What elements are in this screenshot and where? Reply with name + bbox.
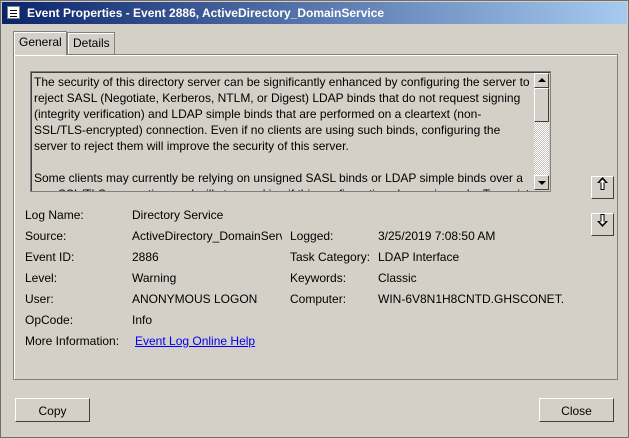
event-id-value: 2886 — [132, 250, 159, 264]
task-category-value: LDAP Interface — [378, 250, 460, 264]
task-category-label: Task Category: — [290, 250, 371, 264]
computer-label: Computer: — [290, 292, 347, 306]
user-value: ANONYMOUS LOGON — [132, 292, 258, 306]
description-scrollbar[interactable] — [534, 73, 549, 190]
tab-general[interactable]: General — [13, 31, 67, 55]
tab-details[interactable]: Details — [67, 32, 115, 54]
computer-value: WIN-6V8N1H8CNTD.GHSCONET. — [378, 292, 565, 306]
level-value: Warning — [132, 271, 177, 285]
event-viewer-icon — [7, 6, 20, 19]
keywords-label: Keywords: — [290, 271, 347, 285]
scroll-up-button[interactable] — [534, 73, 549, 88]
next-event-button[interactable] — [591, 213, 614, 236]
source-label: Source: — [25, 229, 67, 243]
opcode-label: OpCode: — [25, 313, 74, 327]
keywords-value: Classic — [378, 271, 417, 285]
window-title: Event Properties - Event 2886, ActiveDir… — [27, 6, 385, 20]
close-button[interactable]: Close — [539, 398, 614, 422]
log-name-label: Log Name: — [25, 208, 84, 222]
event-id-label: Event ID: — [25, 250, 75, 264]
previous-event-button[interactable] — [591, 176, 614, 199]
description-paragraph: Some clients may currently be relying on… — [34, 171, 529, 191]
logged-label: Logged: — [290, 229, 334, 243]
event-properties-window: Event Properties - Event 2886, ActiveDir… — [0, 0, 629, 438]
opcode-value: Info — [132, 313, 153, 327]
arrow-up-icon — [597, 177, 608, 190]
level-label: Level: — [25, 271, 58, 285]
scroll-thumb[interactable] — [534, 88, 549, 122]
logged-value: 3/25/2019 7:08:50 AM — [378, 229, 496, 243]
source-value: ActiveDirectory_DomainServ — [132, 229, 282, 243]
event-log-online-help-link[interactable]: Event Log Online Help — [135, 334, 255, 348]
copy-button[interactable]: Copy — [15, 398, 90, 422]
user-label: User: — [25, 292, 54, 306]
title-bar[interactable]: Event Properties - Event 2886, ActiveDir… — [2, 2, 627, 24]
scroll-down-icon — [538, 181, 546, 185]
log-name-value: Directory Service — [132, 208, 224, 222]
description-paragraph: The security of this directory server ca… — [34, 75, 530, 153]
scroll-up-icon — [538, 78, 546, 82]
scroll-down-button[interactable] — [534, 175, 549, 190]
description-text: The security of this directory server ca… — [34, 74, 532, 191]
description-box[interactable]: The security of this directory server ca… — [30, 71, 551, 192]
more-information-label: More Information: — [25, 334, 120, 348]
arrow-down-icon — [597, 214, 608, 227]
